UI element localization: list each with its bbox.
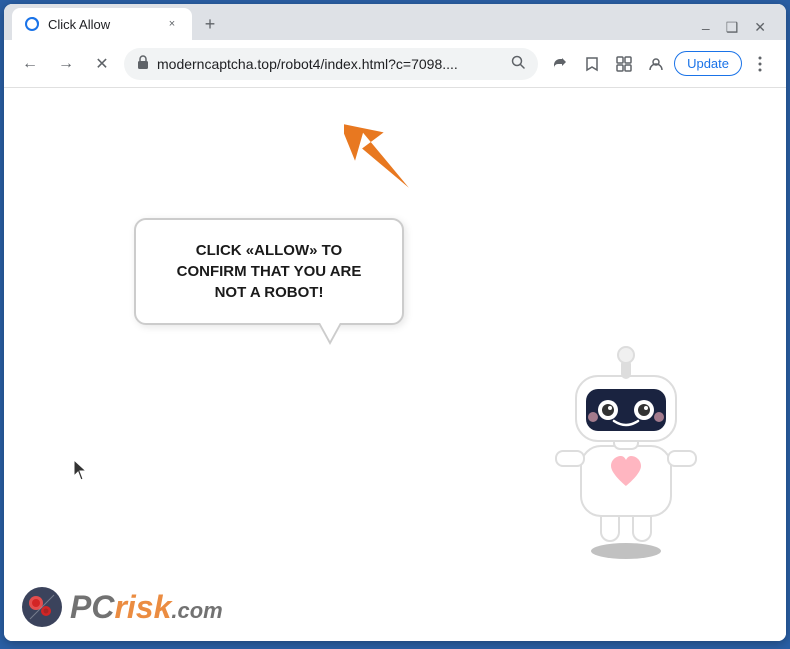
- nav-bar: ← → ✕ moderncaptcha.top/robot4/index.htm…: [4, 40, 786, 88]
- maximize-button[interactable]: ❑: [726, 19, 739, 36]
- watermark-pc-text: PC: [70, 589, 114, 625]
- watermark: PCrisk.com: [20, 585, 223, 629]
- browser-window: Click Allow × + – ❑ ✕ ← → ✕ moderncaptch…: [4, 4, 786, 641]
- search-icon[interactable]: [511, 55, 525, 72]
- update-label: Update: [687, 56, 729, 71]
- share-icon[interactable]: [546, 50, 574, 78]
- new-tab-button[interactable]: +: [196, 10, 224, 38]
- cursor: [72, 458, 92, 488]
- watermark-risk-text: risk: [114, 589, 171, 625]
- tab-bar: Click Allow × + – ❑ ✕: [4, 4, 786, 40]
- window-controls: – ❑ ✕: [690, 19, 778, 40]
- page-content: CLICK «ALLOW» TO CONFIRM THAT YOU ARE NO…: [4, 88, 786, 641]
- profile-icon[interactable]: [642, 50, 670, 78]
- extension-icon[interactable]: [610, 50, 638, 78]
- tab-favicon: [24, 16, 40, 32]
- menu-icon[interactable]: [746, 50, 774, 78]
- bookmark-icon[interactable]: [578, 50, 606, 78]
- bubble-text: CLICK «ALLOW» TO CONFIRM THAT YOU ARE NO…: [160, 240, 378, 303]
- address-bar[interactable]: moderncaptcha.top/robot4/index.html?c=70…: [124, 48, 538, 80]
- robot-illustration: [546, 341, 706, 561]
- tab-close-button[interactable]: ×: [164, 16, 180, 32]
- active-tab[interactable]: Click Allow ×: [12, 8, 192, 40]
- update-button[interactable]: Update: [674, 51, 742, 76]
- back-button[interactable]: ←: [16, 50, 44, 78]
- nav-icons: Update: [546, 50, 774, 78]
- speech-bubble: CLICK «ALLOW» TO CONFIRM THAT YOU ARE NO…: [134, 218, 404, 325]
- pcrisk-logo-icon: [20, 585, 64, 629]
- close-button[interactable]: ✕: [754, 19, 766, 36]
- address-text: moderncaptcha.top/robot4/index.html?c=70…: [157, 56, 503, 72]
- lock-icon: [137, 55, 149, 72]
- watermark-com-text: .com: [171, 598, 222, 623]
- tab-title: Click Allow: [48, 17, 156, 32]
- forward-button[interactable]: →: [52, 50, 80, 78]
- watermark-text-container: PCrisk.com: [70, 591, 223, 623]
- reload-button[interactable]: ✕: [88, 50, 116, 78]
- minimize-button[interactable]: –: [702, 20, 710, 36]
